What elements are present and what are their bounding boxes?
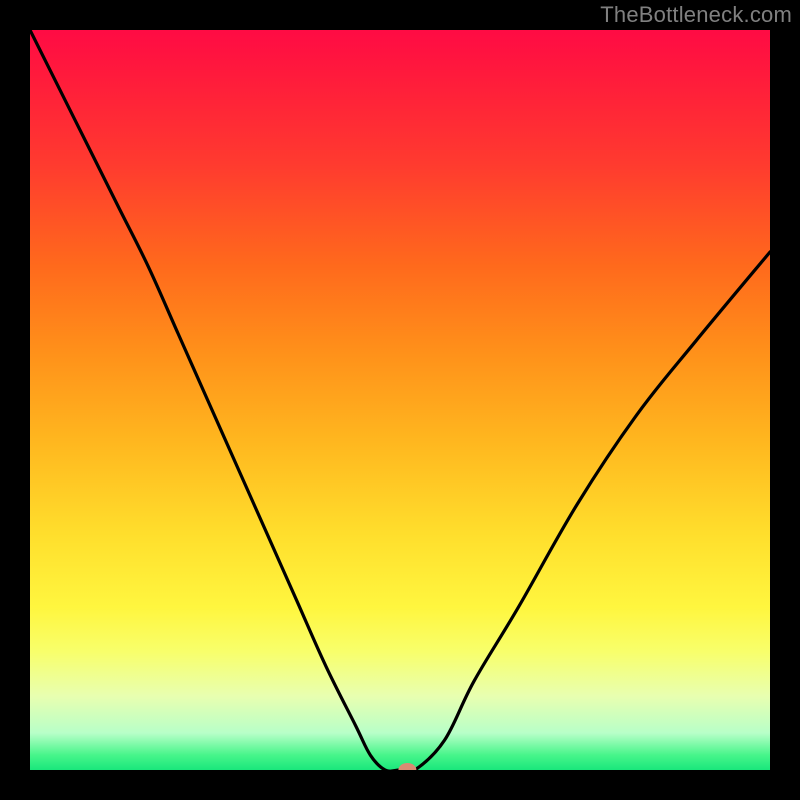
watermark-text: TheBottleneck.com — [600, 2, 792, 28]
plot-area — [26, 26, 774, 774]
chart-frame: TheBottleneck.com — [0, 0, 800, 800]
curve-svg — [30, 30, 770, 770]
optimum-marker — [398, 763, 416, 770]
bottleneck-curve-path — [30, 30, 770, 770]
